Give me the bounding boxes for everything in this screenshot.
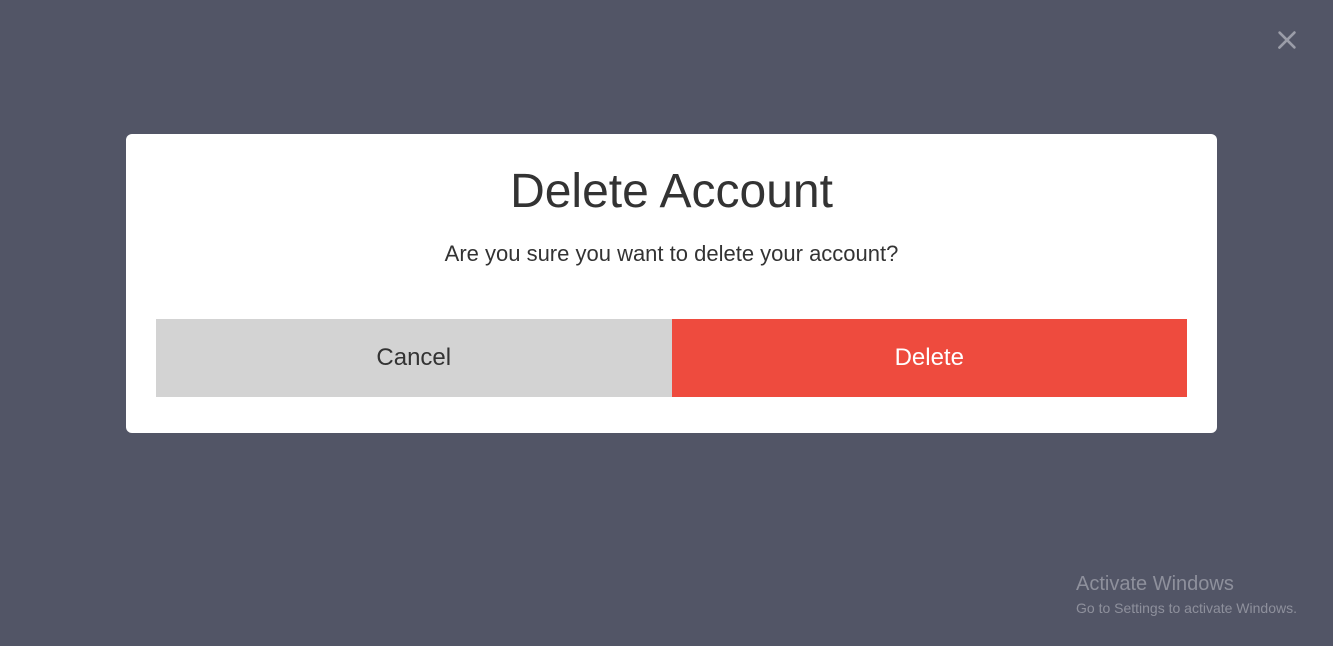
watermark-title: Activate Windows (1076, 573, 1297, 596)
delete-button[interactable]: Delete (672, 319, 1188, 397)
close-button[interactable] (1271, 24, 1303, 61)
cancel-button[interactable]: Cancel (156, 319, 672, 397)
modal-message: Are you sure you want to delete your acc… (126, 241, 1217, 267)
modal-button-row: Cancel Delete (156, 319, 1187, 397)
close-icon (1271, 24, 1303, 56)
modal-title: Delete Account (126, 164, 1217, 219)
delete-account-modal: Delete Account Are you sure you want to … (126, 134, 1217, 433)
windows-activation-watermark: Activate Windows Go to Settings to activ… (1076, 573, 1297, 616)
watermark-subtitle: Go to Settings to activate Windows. (1076, 600, 1297, 616)
